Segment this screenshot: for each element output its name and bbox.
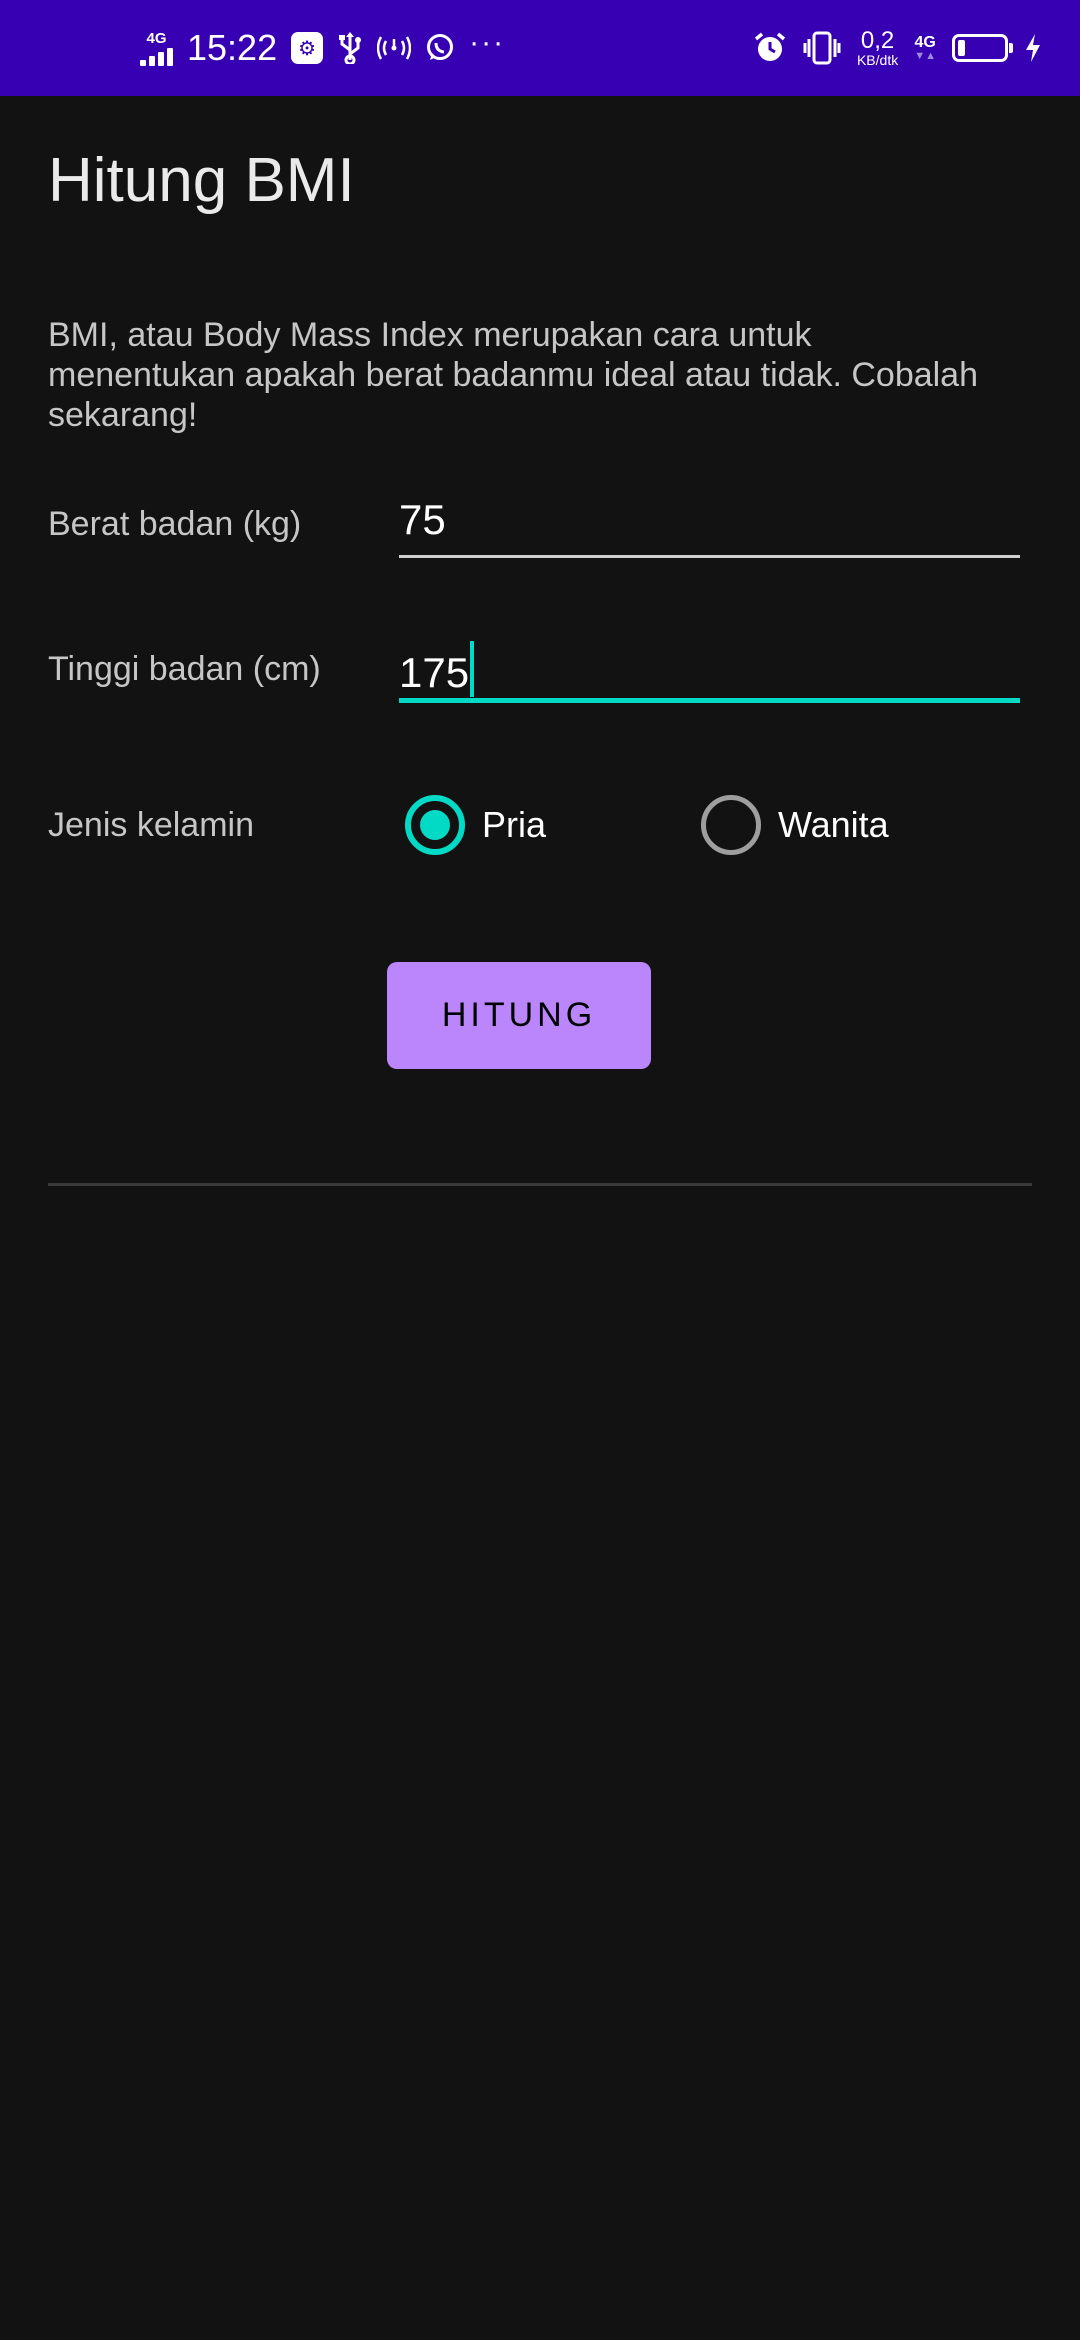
divider — [48, 1183, 1032, 1186]
charging-icon — [1024, 33, 1042, 63]
weight-input-value: 75 — [399, 496, 446, 543]
signal-icon: 4G — [140, 31, 173, 66]
more-dots-icon: ··· — [469, 26, 506, 59]
text-cursor — [470, 641, 475, 697]
weight-label: Berat badan (kg) — [48, 505, 302, 543]
height-input-value: 175 — [399, 649, 470, 696]
mobile-data-icon: 4G ▼▲ — [914, 33, 936, 62]
status-bar: 4G 15:22 ⚙ ··· 0,2 KB/dtk 4G ▼▲ — [0, 0, 1080, 96]
network-speed: 0,2 KB/dtk — [856, 27, 899, 68]
hotspot-icon — [377, 33, 412, 63]
page-title: Hitung BMI — [48, 146, 355, 215]
radio-wanita[interactable]: Wanita — [701, 792, 889, 858]
status-bar-left: 4G 15:22 ⚙ ··· — [140, 0, 505, 96]
network-type-label: 4G — [146, 29, 167, 47]
height-input[interactable]: 175 — [399, 639, 1020, 703]
mobile-data-label: 4G — [914, 33, 936, 51]
radio-checked-icon — [405, 795, 465, 855]
radio-wanita-label: Wanita — [778, 804, 889, 845]
usb-debug-icon: ⚙ — [291, 32, 324, 64]
network-speed-value: 0,2 — [860, 27, 895, 54]
weight-input[interactable]: 75 — [399, 494, 1020, 558]
status-bar-right: 0,2 KB/dtk 4G ▼▲ — [753, 0, 1042, 96]
whatsapp-icon — [425, 33, 455, 63]
network-speed-unit: KB/dtk — [856, 52, 899, 68]
alarm-icon — [753, 31, 787, 65]
usb-icon — [337, 32, 363, 64]
radio-unchecked-icon — [701, 795, 761, 855]
radio-pria[interactable]: Pria — [405, 792, 546, 858]
vibrate-icon — [803, 31, 841, 65]
height-label: Tinggi badan (cm) — [48, 650, 321, 688]
radio-pria-label: Pria — [482, 804, 547, 845]
bmi-description: BMI, atau Body Mass Index merupakan cara… — [48, 316, 979, 434]
status-time: 15:22 — [187, 27, 278, 68]
battery-icon — [952, 34, 1013, 62]
hitung-button[interactable]: HITUNG — [387, 962, 651, 1069]
gender-label: Jenis kelamin — [48, 806, 254, 844]
